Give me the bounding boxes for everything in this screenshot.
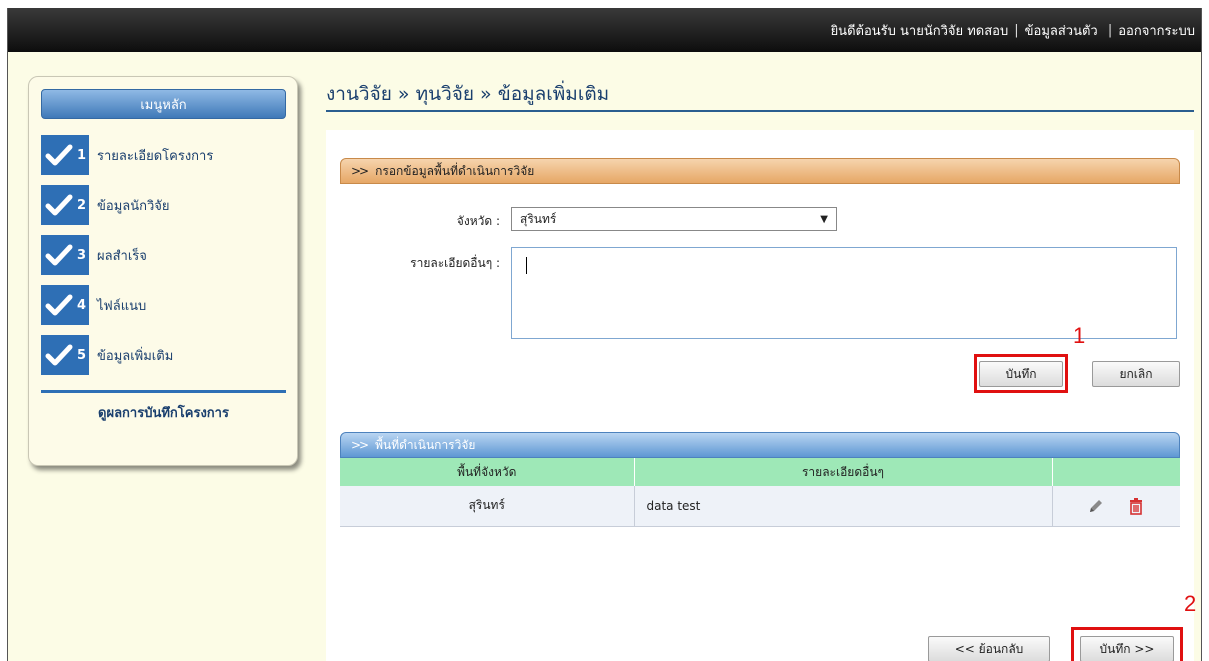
sidebar-item-label: ผลสำเร็จ: [97, 248, 147, 264]
separator: |: [1014, 22, 1019, 38]
step-number: 1: [77, 147, 87, 163]
table-section-header: >> พื้นที่ดำเนินการวิจัย: [340, 432, 1180, 458]
sidebar-divider: [41, 390, 286, 393]
check-icon: [45, 294, 73, 316]
top-bar: ยินดีต้อนรับ นายนักวิจัย ทดสอบ | ข้อมูลส…: [8, 8, 1201, 52]
step-number: 4: [77, 297, 87, 313]
row-actions: [1053, 497, 1181, 515]
column-header-details: รายละเอียดอื่นๆ: [634, 458, 1053, 486]
app-window: ยินดีต้อนรับ นายนักวิจัย ทดสอบ | ข้อมูลส…: [7, 8, 1202, 661]
trash-icon[interactable]: [1127, 497, 1145, 515]
check-icon: [45, 144, 73, 166]
table-row: สุรินทร์ data test: [340, 486, 1181, 527]
sidebar-menu: เมนูหลัก 1 รายละเอียดโครงการ 2 ข้อมูลนัก…: [28, 76, 298, 466]
step-number: 2: [77, 197, 87, 213]
province-label: จังหวัด :: [456, 214, 500, 228]
step-badge: 3: [41, 235, 89, 275]
research-area-table: พื้นที่จังหวัด รายละเอียดอื่นๆ สุรินทร์ …: [340, 458, 1180, 527]
step-number: 3: [77, 247, 87, 263]
annotation-number-2: 2: [1184, 591, 1197, 616]
pencil-icon[interactable]: [1087, 497, 1105, 515]
province-select[interactable]: สุรินทร์ ▼: [511, 207, 837, 231]
profile-link[interactable]: ข้อมูลส่วนตัว: [1025, 20, 1098, 41]
view-project-record-link[interactable]: ดูผลการบันทึกโครงการ: [41, 402, 286, 423]
sidebar-item-researcher-info[interactable]: 2 ข้อมูลนักวิจัย: [41, 185, 291, 225]
column-header-province: พื้นที่จังหวัด: [340, 458, 635, 486]
province-selected-value: สุรินทร์: [520, 211, 557, 226]
step-number: 5: [77, 347, 87, 363]
check-icon: [45, 344, 73, 366]
highlight-box-save-next: [1071, 627, 1183, 661]
form-section-title: กรอกข้อมูลพื้นที่ดำเนินการวิจัย: [375, 163, 535, 178]
table-section-title: พื้นที่ดำเนินการวิจัย: [375, 437, 476, 452]
step-badge: 1: [41, 135, 89, 175]
breadcrumb-underline: [326, 110, 1194, 112]
step-badge: 2: [41, 185, 89, 225]
content-panel: >> กรอกข้อมูลพื้นที่ดำเนินการวิจัย จังหว…: [326, 130, 1194, 661]
table-header-row: พื้นที่จังหวัด รายละเอียดอื่นๆ: [340, 458, 1180, 486]
sidebar-item-project-details[interactable]: 1 รายละเอียดโครงการ: [41, 135, 291, 175]
dropdown-arrow-icon: ▼: [820, 213, 828, 225]
step-badge: 5: [41, 335, 89, 375]
details-label: รายละเอียดอื่นๆ :: [410, 256, 500, 270]
menu-title: เมนูหลัก: [41, 89, 286, 119]
cell-details: data test: [634, 486, 1053, 527]
check-icon: [45, 194, 73, 216]
sidebar-item-achievements[interactable]: 3 ผลสำเร็จ: [41, 235, 291, 275]
sidebar-item-label: ไฟล์แนบ: [97, 298, 147, 314]
logout-link[interactable]: ออกจากระบบ: [1118, 20, 1195, 41]
double-chevron-icon: >>: [351, 438, 369, 452]
text-caret: [526, 257, 527, 274]
sidebar-item-additional-info[interactable]: 5 ข้อมูลเพิ่มเติม: [41, 335, 291, 375]
welcome-text: ยินดีต้อนรับ นายนักวิจัย ทดสอบ: [830, 23, 1009, 39]
breadcrumb: งานวิจัย » ทุนวิจัย » ข้อมูลเพิ่มเติม: [326, 83, 610, 105]
step-badge: 4: [41, 285, 89, 325]
cell-actions: [1052, 486, 1181, 527]
column-header-actions: [1052, 458, 1180, 486]
back-button[interactable]: << ย้อนกลับ: [928, 636, 1050, 661]
sidebar-item-attachments[interactable]: 4 ไฟล์แนบ: [41, 285, 291, 325]
sidebar-item-label: ข้อมูลนักวิจัย: [97, 198, 170, 214]
highlight-box-save: [974, 354, 1068, 393]
sidebar-item-label: ข้อมูลเพิ่มเติม: [97, 348, 174, 364]
cancel-button[interactable]: ยกเลิก: [1092, 361, 1180, 387]
sidebar-item-label: รายละเอียดโครงการ: [97, 148, 214, 164]
separator: |: [1103, 22, 1113, 38]
double-chevron-icon: >>: [351, 164, 369, 178]
form-section-header: >> กรอกข้อมูลพื้นที่ดำเนินการวิจัย: [340, 158, 1180, 184]
cell-province: สุรินทร์: [340, 486, 635, 527]
annotation-number-1: 1: [1073, 323, 1086, 348]
check-icon: [45, 244, 73, 266]
